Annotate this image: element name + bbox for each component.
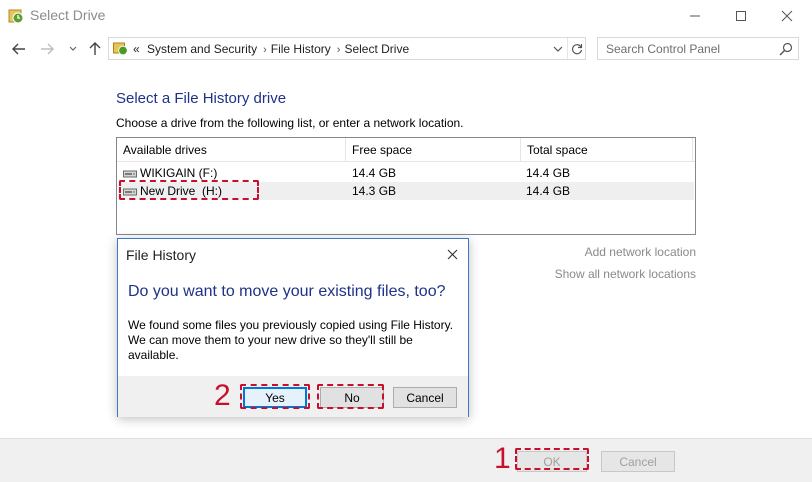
chevron-down-icon xyxy=(69,46,77,51)
close-icon xyxy=(447,249,457,259)
back-button[interactable] xyxy=(10,39,28,59)
drive-icon xyxy=(123,170,137,178)
dialog-title: File History xyxy=(126,247,197,263)
file-history-dialog: File History Do you want to move your ex… xyxy=(117,238,469,417)
minimize-icon xyxy=(690,15,700,17)
address-bar[interactable]: « System and Security › File History › Selec… xyxy=(108,37,586,60)
chevron-down-icon xyxy=(553,46,563,52)
file-history-icon xyxy=(8,9,24,24)
drive-row[interactable]: WIKIGAIN (F:) 14.4 GB 14.4 GB xyxy=(118,164,694,182)
control-panel-icon xyxy=(113,42,128,56)
step-1-label: 1 xyxy=(494,442,511,475)
drive-list[interactable]: Available drives Free space Total space … xyxy=(116,137,696,235)
dialog-close-button[interactable] xyxy=(444,246,460,262)
drive-free-space: 14.4 GB xyxy=(352,166,397,180)
title-bar: Select Drive xyxy=(0,0,812,32)
page-instructions: Choose a drive from the following list, … xyxy=(116,116,464,130)
breadcrumb-select-drive[interactable]: Select Drive xyxy=(344,42,409,56)
breadcrumb-file-history[interactable]: File History xyxy=(271,42,331,56)
close-icon xyxy=(781,10,793,22)
refresh-icon xyxy=(571,43,583,54)
column-header-available-drives[interactable]: Available drives xyxy=(117,138,346,162)
dialog-button-bar: Yes No Cancel xyxy=(118,376,468,417)
drive-total-space: 14.4 GB xyxy=(526,184,571,198)
minimize-button[interactable] xyxy=(672,0,718,32)
drive-row-selected[interactable]: New Drive (H:) 14.3 GB 14.4 GB xyxy=(118,182,694,200)
drive-name: New Drive (H:) xyxy=(140,184,223,198)
maximize-icon xyxy=(736,11,746,21)
drive-list-header: Available drives Free space Total space xyxy=(117,138,695,162)
drive-icon xyxy=(123,188,137,196)
refresh-button[interactable] xyxy=(567,38,586,59)
address-dropdown-button[interactable] xyxy=(549,39,567,58)
column-header-total-space[interactable]: Total space xyxy=(521,138,693,162)
recent-locations-button[interactable] xyxy=(64,39,82,59)
breadcrumb-separator-icon: › xyxy=(336,44,341,56)
arrow-up-icon xyxy=(89,42,101,55)
add-network-location-link[interactable]: Add network location xyxy=(585,245,696,259)
arrow-right-icon xyxy=(41,43,54,55)
drive-free-space: 14.3 GB xyxy=(352,184,397,198)
navigation-bar: « System and Security › File History › Selec… xyxy=(0,34,812,64)
breadcrumb-overflow[interactable]: « xyxy=(133,42,140,56)
maximize-button[interactable] xyxy=(718,0,764,32)
column-header-free-space[interactable]: Free space xyxy=(346,138,521,162)
forward-button[interactable] xyxy=(38,39,56,59)
breadcrumb: « System and Security › File History › Selec… xyxy=(133,42,413,56)
dialog-cancel-button[interactable]: Cancel xyxy=(393,387,457,408)
dialog-question: Do you want to move your existing files,… xyxy=(128,283,446,300)
breadcrumb-separator-icon: › xyxy=(263,44,267,56)
search-box[interactable] xyxy=(597,37,799,60)
search-input[interactable] xyxy=(599,39,769,58)
close-button[interactable] xyxy=(764,0,810,32)
window-title: Select Drive xyxy=(30,7,106,23)
drive-total-space: 14.4 GB xyxy=(526,166,571,180)
cancel-button[interactable]: Cancel xyxy=(601,451,675,472)
page-title: Select a File History drive xyxy=(116,90,287,107)
window-footer: OK Cancel xyxy=(0,438,812,482)
step-2-label: 2 xyxy=(214,379,231,412)
ok-button[interactable]: OK xyxy=(517,451,587,472)
yes-button[interactable]: Yes xyxy=(243,387,307,408)
search-icon[interactable] xyxy=(778,41,794,57)
drive-name: WIKIGAIN (F:) xyxy=(140,166,218,180)
dialog-message: We found some files you previously copie… xyxy=(128,318,454,362)
no-button[interactable]: No xyxy=(320,387,384,408)
breadcrumb-system-and-security[interactable]: System and Security xyxy=(147,42,257,56)
arrow-left-icon xyxy=(12,43,25,55)
show-all-network-locations-link[interactable]: Show all network locations xyxy=(555,267,696,281)
up-button[interactable] xyxy=(86,39,104,59)
